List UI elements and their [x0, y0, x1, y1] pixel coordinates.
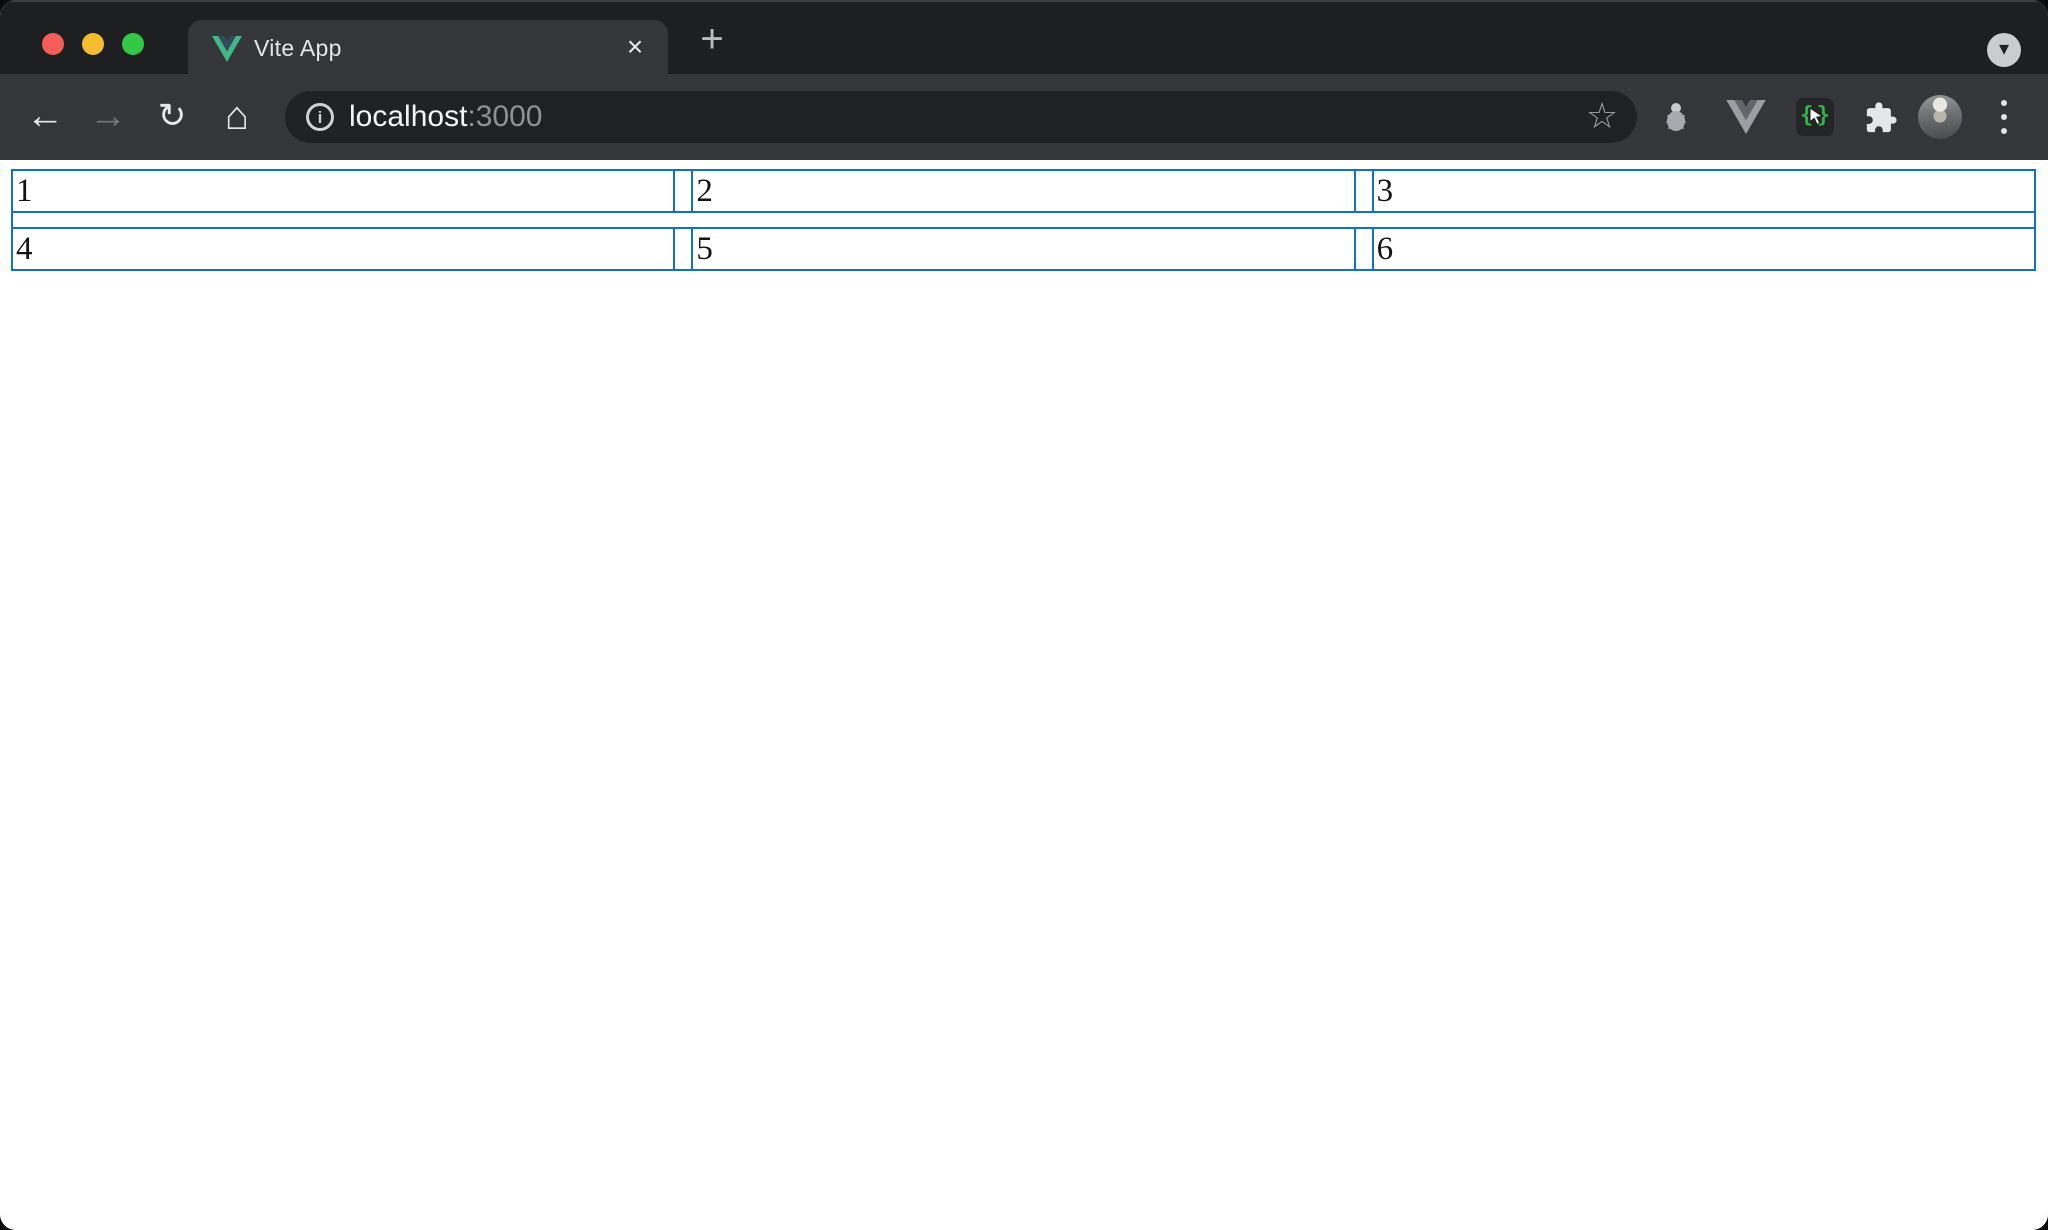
url-text: localhost:3000: [349, 91, 542, 143]
debugger-bug-icon: [1663, 102, 1689, 132]
tab-vite-app[interactable]: Vite App ×: [188, 20, 668, 76]
forward-icon: →: [89, 95, 127, 137]
grid-row-1: 1 2 3: [13, 169, 2034, 213]
cursor-icon: [1808, 107, 1825, 127]
vue-devtools-extension-button[interactable]: [1726, 100, 1766, 134]
grid-cell: 2: [691, 171, 1355, 211]
url-port: :3000: [467, 100, 542, 133]
page-content: 1 2 3 4 5 6: [0, 169, 2048, 1230]
chevron-down-icon: ▾: [1999, 38, 2009, 60]
browser-menu-button[interactable]: [1995, 100, 2013, 134]
debugger-extension-button[interactable]: [1663, 102, 1689, 132]
browser-window: Vite App × + ▾ ← → ↻ ⌂ i localhost:3000 …: [0, 0, 2048, 1230]
address-bar[interactable]: i localhost:3000 ☆: [285, 91, 1637, 143]
traffic-light-close-button[interactable]: [42, 33, 64, 55]
extensions-menu-button[interactable]: [1864, 101, 1898, 135]
vue-devtools-icon: [1726, 100, 1766, 134]
toolbar: ← → ↻ ⌂ i localhost:3000 ☆: [0, 74, 2048, 160]
back-icon: ←: [26, 95, 64, 137]
profile-avatar[interactable]: [1918, 95, 1962, 139]
bookmark-star-button[interactable]: ☆: [1583, 91, 1621, 143]
grid-cell: 6: [1372, 229, 2034, 269]
reload-button[interactable]: ↻: [150, 74, 194, 160]
site-info-icon[interactable]: i: [306, 103, 334, 131]
forward-button[interactable]: →: [86, 74, 130, 160]
grid-cell: 5: [691, 229, 1355, 269]
back-button[interactable]: ←: [23, 74, 67, 160]
reload-icon: ↻: [158, 97, 187, 135]
more-menu-icon: [2001, 100, 2007, 106]
traffic-light-zoom-button[interactable]: [122, 33, 144, 55]
json-viewer-extension-button[interactable]: { }: [1796, 98, 1834, 136]
number-grid: 1 2 3 4 5 6: [11, 169, 2036, 271]
more-menu-icon: [2001, 114, 2007, 120]
grid-row-2: 4 5 6: [13, 227, 2034, 271]
tab-close-icon[interactable]: ×: [618, 20, 652, 76]
home-button[interactable]: ⌂: [215, 74, 259, 160]
tab-strip: Vite App × + ▾: [0, 0, 2048, 74]
traffic-light-minimize-button[interactable]: [82, 33, 104, 55]
new-tab-button[interactable]: +: [692, 12, 732, 68]
home-icon: ⌂: [225, 94, 249, 138]
grid-cell: 4: [13, 229, 675, 269]
url-host: localhost: [349, 100, 467, 133]
bookmark-star-icon: ☆: [1586, 95, 1618, 136]
grid-cell: 3: [1372, 171, 2034, 211]
extensions-puzzle-icon: [1864, 101, 1898, 135]
vue-favicon-icon: [212, 36, 242, 62]
more-menu-icon: [2001, 128, 2007, 134]
grid-cell: 1: [13, 171, 675, 211]
tab-title: Vite App: [254, 20, 342, 76]
tab-search-button[interactable]: ▾: [1987, 33, 2021, 67]
